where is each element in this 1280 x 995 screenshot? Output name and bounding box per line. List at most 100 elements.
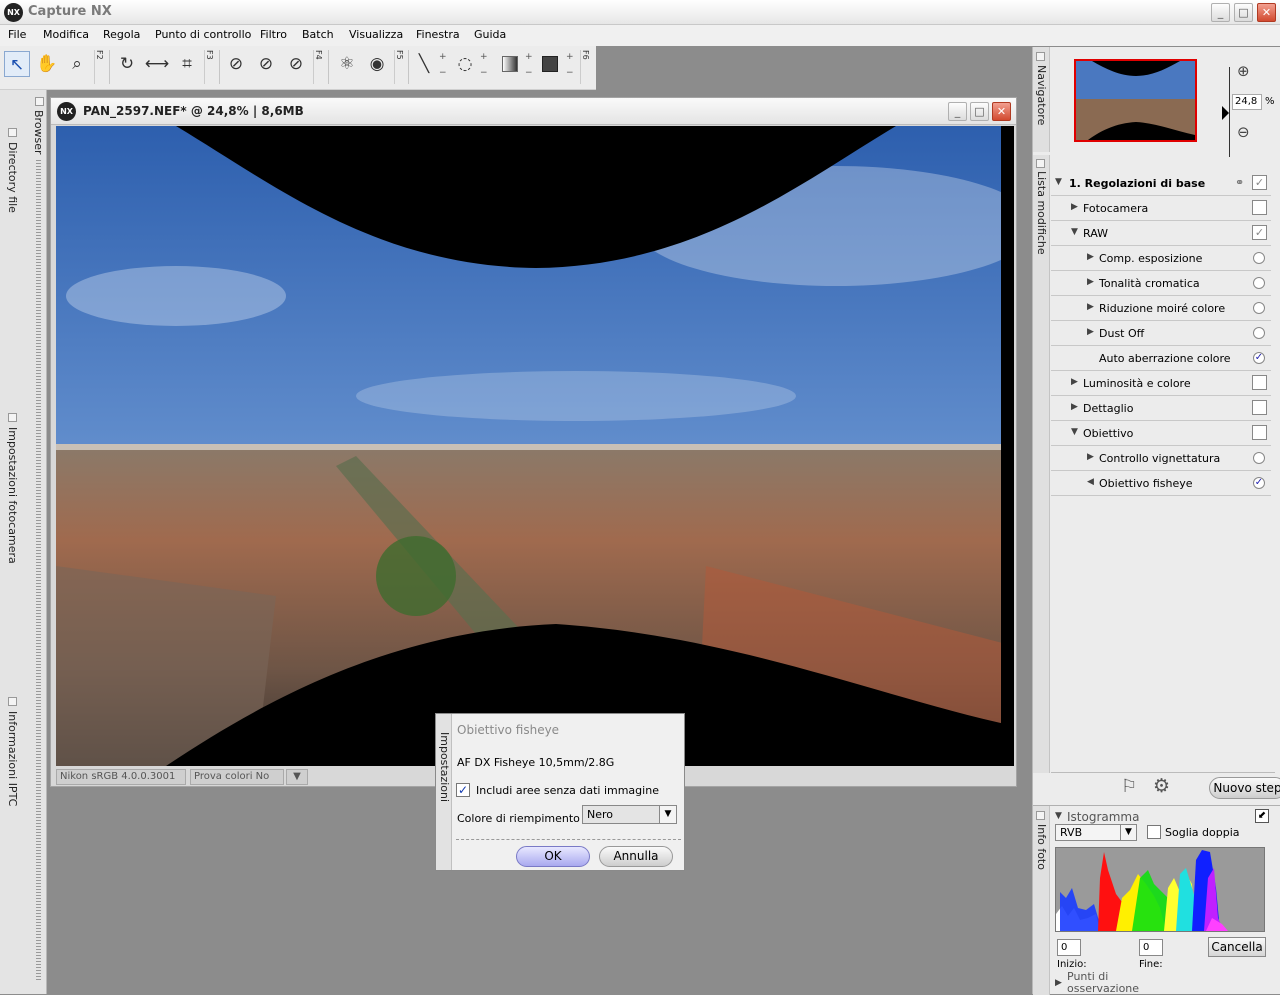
fill-color-select[interactable]: Nero ▼ [582, 805, 677, 824]
step-row-riduzione-moire[interactable]: ▶ Riduzione moiré colore [1051, 296, 1271, 321]
expand-triangle-icon[interactable]: ▶ [1087, 277, 1094, 287]
edit-list-label[interactable]: Lista modifiche [1035, 171, 1048, 255]
menu-visualizza[interactable]: Visualizza [349, 28, 403, 41]
step-radio[interactable] [1253, 277, 1265, 289]
step-checkbox[interactable] [1252, 425, 1267, 440]
neutral-control-point-icon[interactable]: ⊘ [283, 51, 309, 77]
expand-triangle-icon[interactable]: ▼ [1055, 811, 1062, 821]
photo-info-label[interactable]: Info foto [1035, 824, 1048, 870]
expand-triangle-icon[interactable]: ▼ [1071, 427, 1078, 437]
panel-toggle-icon[interactable] [1036, 159, 1045, 168]
navigator-label[interactable]: Navigatore [1035, 65, 1048, 125]
step-radio[interactable] [1253, 252, 1265, 264]
new-step-button[interactable]: Nuovo step [1209, 777, 1280, 799]
menu-finestra[interactable]: Finestra [416, 28, 460, 41]
double-threshold-checkbox[interactable] [1147, 825, 1161, 839]
step-row-fotocamera[interactable]: ▶ Fotocamera [1051, 196, 1271, 221]
minus-icon[interactable]: − [525, 68, 533, 78]
step-row-raw[interactable]: ▼ RAW ✓ [1051, 221, 1271, 246]
inizio-input[interactable]: 0 [1057, 939, 1081, 956]
tab-impostazioni-fotocamera[interactable]: Impostazioni fotocamera [6, 427, 19, 564]
histogram-graph[interactable] [1055, 847, 1265, 932]
observation-points-label[interactable]: Punti di osservazione [1067, 971, 1167, 995]
panel-toggle-icon[interactable] [8, 128, 17, 137]
flag-icon[interactable]: ⚐ [1121, 776, 1137, 797]
plus-icon[interactable]: + [566, 52, 574, 62]
chevron-down-icon[interactable]: ▼ [659, 806, 676, 823]
tab-informazioni-iptc[interactable]: Informazioni IPTC [6, 711, 19, 806]
step-radio[interactable]: ✓ [1253, 352, 1265, 364]
red-eye-control-point-icon[interactable]: ◉ [364, 51, 390, 77]
expand-triangle-icon[interactable]: ▶ [1055, 978, 1062, 988]
fine-input[interactable]: 0 [1139, 939, 1163, 956]
color-control-point-icon[interactable]: ⚛ [334, 51, 360, 77]
gradient-tool-icon[interactable] [497, 51, 523, 77]
collapse-triangle-icon[interactable]: ◀ [1087, 477, 1094, 487]
step-row-obiettivo-fisheye[interactable]: ◀ Obiettivo fisheye ✓ [1051, 471, 1271, 496]
step-row-obiettivo[interactable]: ▼ Obiettivo [1051, 421, 1271, 446]
channel-select[interactable]: RVB ▼ [1055, 824, 1137, 841]
white-control-point-icon[interactable]: ⊘ [253, 51, 279, 77]
panel-toggle-icon[interactable] [35, 97, 44, 106]
navigator-thumbnail[interactable] [1074, 59, 1197, 142]
menu-modifica[interactable]: Modifica [43, 28, 89, 41]
soft-proof-field[interactable]: Prova colori No [190, 769, 284, 785]
step-row-tonalita-cromatica[interactable]: ▶ Tonalità cromatica [1051, 271, 1271, 296]
tab-directory-file[interactable]: Directory file [6, 142, 19, 213]
plus-icon[interactable]: + [525, 52, 533, 62]
step-checkbox[interactable] [1252, 375, 1267, 390]
expand-triangle-icon[interactable]: ▶ [1071, 202, 1078, 212]
menu-batch[interactable]: Batch [302, 28, 334, 41]
menu-punto-di-controllo[interactable]: Punto di controllo [155, 28, 251, 41]
minus-icon[interactable]: − [566, 68, 574, 78]
minus-icon[interactable]: − [439, 68, 447, 78]
step-checkbox[interactable] [1252, 400, 1267, 415]
image-canvas[interactable] [56, 126, 1014, 766]
ok-button[interactable]: OK [516, 846, 590, 867]
expand-triangle-icon[interactable]: ▶ [1087, 252, 1094, 262]
expand-triangle-icon[interactable]: ▼ [1055, 177, 1062, 187]
menu-regola[interactable]: Regola [103, 28, 140, 41]
panel-toggle-icon[interactable] [1036, 52, 1045, 61]
fill-tool-icon[interactable] [537, 51, 563, 77]
plus-icon[interactable]: + [439, 52, 447, 62]
plus-icon[interactable]: + [480, 52, 488, 62]
zoom-input[interactable]: 24,8 [1232, 94, 1262, 110]
brush-tool-icon[interactable]: ╲ [411, 51, 437, 77]
panel-toggle-icon[interactable] [8, 697, 17, 706]
eyedropper-icon[interactable]: ⬋ [1255, 809, 1269, 823]
step-radio[interactable] [1253, 452, 1265, 464]
doc-minimize-button[interactable]: _ [948, 102, 967, 121]
maximize-button[interactable]: □ [1234, 3, 1253, 22]
cancel-button[interactable]: Annulla [599, 846, 673, 867]
step-radio[interactable]: ✓ [1253, 477, 1265, 489]
doc-close-button[interactable]: ✕ [992, 102, 1011, 121]
proof-dropdown-icon[interactable]: ▼ [286, 769, 308, 785]
close-button[interactable]: ✕ [1257, 3, 1276, 22]
zoom-out-icon[interactable]: ⊖ [1237, 123, 1250, 141]
zoom-slider-handle[interactable] [1222, 106, 1229, 120]
gear-icon[interactable]: ⚙ [1153, 775, 1170, 797]
minimize-button[interactable]: _ [1211, 3, 1230, 22]
expand-triangle-icon[interactable]: ▶ [1087, 452, 1094, 462]
black-control-point-icon[interactable]: ⊘ [223, 51, 249, 77]
minus-icon[interactable]: − [480, 68, 488, 78]
menu-guida[interactable]: Guida [474, 28, 506, 41]
rotate-tool-icon[interactable]: ↻ [114, 51, 140, 77]
menu-filtro[interactable]: Filtro [260, 28, 287, 41]
link-icon[interactable]: ⚭ [1235, 176, 1244, 189]
doc-maximize-button[interactable]: □ [970, 102, 989, 121]
step-radio[interactable] [1253, 327, 1265, 339]
crop-tool-icon[interactable]: ⌗ [174, 51, 200, 77]
lasso-tool-icon[interactable]: ◌ [452, 51, 478, 77]
include-empty-areas-checkbox[interactable]: ✓ [456, 783, 470, 797]
step-checkbox[interactable] [1252, 200, 1267, 215]
step-row-dust-off[interactable]: ▶ Dust Off [1051, 321, 1271, 346]
straighten-tool-icon[interactable]: ⟷ [144, 51, 170, 77]
expand-triangle-icon[interactable]: ▶ [1087, 327, 1094, 337]
direct-select-tool-icon[interactable]: ↖ [4, 51, 30, 77]
panel-toggle-icon[interactable] [8, 413, 17, 422]
hand-tool-icon[interactable]: ✋ [34, 51, 60, 77]
step-radio[interactable] [1253, 302, 1265, 314]
step-row-comp-esposizione[interactable]: ▶ Comp. esposizione [1051, 246, 1271, 271]
